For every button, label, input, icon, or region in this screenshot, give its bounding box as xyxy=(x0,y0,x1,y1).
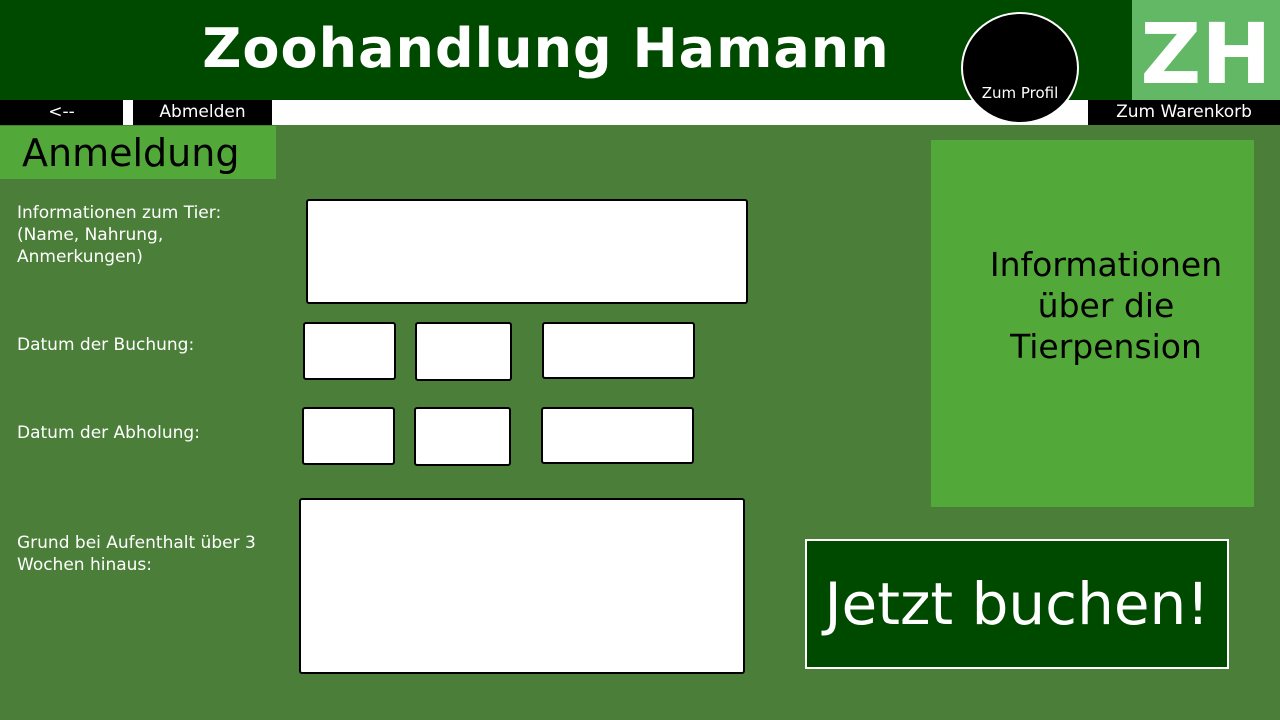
page-title: Anmeldung xyxy=(22,131,240,175)
pension-info-panel: Informationen über die Tierpension xyxy=(931,140,1254,507)
pickup-day-input[interactable] xyxy=(302,407,395,465)
animal-info-input[interactable] xyxy=(306,199,748,304)
pension-info-text: Informationen über die Tierpension xyxy=(989,245,1223,366)
logo-text: ZH xyxy=(1140,5,1272,103)
profile-label: Zum Profil xyxy=(981,84,1059,102)
book-now-button[interactable]: Jetzt buchen! xyxy=(805,539,1229,669)
store-logo: ZH xyxy=(1132,0,1280,103)
pickup-date-label: Datum der Abholung: xyxy=(17,423,200,443)
booking-month-input[interactable] xyxy=(415,322,512,381)
reason-input[interactable] xyxy=(299,498,745,674)
booking-year-input[interactable] xyxy=(542,322,695,379)
book-now-label: Jetzt buchen! xyxy=(824,570,1210,638)
booking-day-input[interactable] xyxy=(303,322,396,380)
animal-info-label: Informationen zum Tier: (Name, Nahrung, … xyxy=(17,203,222,267)
profile-button[interactable]: Zum Profil xyxy=(961,12,1079,124)
pickup-year-input[interactable] xyxy=(541,407,694,464)
reason-label: Grund bei Aufenthalt über 3 Wochen hinau… xyxy=(17,533,256,575)
booking-date-label: Datum der Buchung: xyxy=(17,335,195,355)
logout-button[interactable]: Abmelden xyxy=(133,100,272,125)
pickup-month-input[interactable] xyxy=(414,407,511,466)
store-title: Zoohandlung Hamann xyxy=(202,17,890,80)
page-title-box: Anmeldung xyxy=(0,126,276,179)
back-button[interactable]: <-- xyxy=(0,100,123,125)
cart-button[interactable]: Zum Warenkorb xyxy=(1088,100,1280,125)
